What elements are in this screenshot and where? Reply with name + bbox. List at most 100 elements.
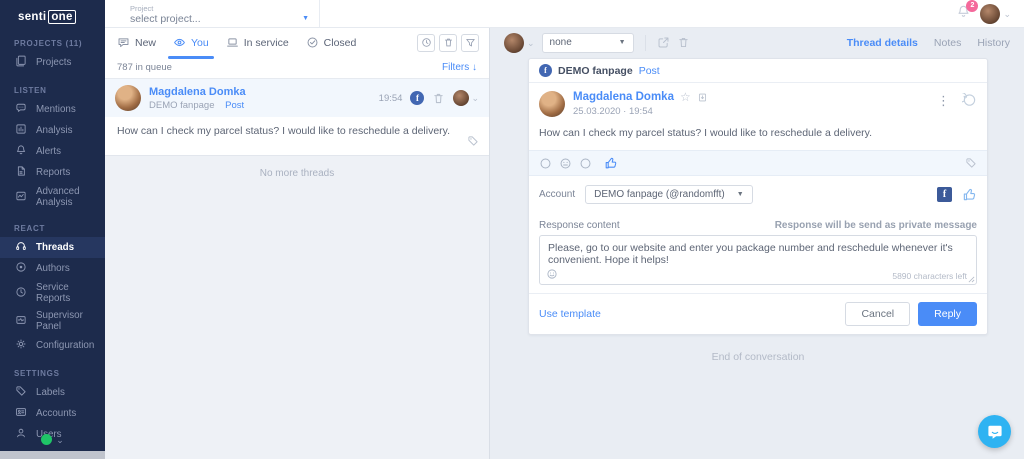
section-title-settings: SETTINGS — [14, 369, 60, 378]
sidebar-item-reports[interactable]: Reports — [0, 162, 105, 183]
sidebar-item-label: Supervisor Panel — [36, 310, 83, 332]
thread-message: How can I check my parcel status? I woul… — [117, 125, 451, 137]
arrow-down-icon: ↓ — [472, 62, 477, 73]
app-window: senti one PROJECTS (11) Projects LISTEN … — [0, 0, 1024, 459]
account-row: Account DEMO fanpage (@randomfft) ▼ f — [529, 176, 987, 213]
tab-label: New — [135, 36, 157, 49]
assignee-avatar-menu[interactable]: ⌄ — [504, 32, 535, 53]
check-circle-icon — [307, 37, 318, 48]
tab-notes[interactable]: Notes — [934, 37, 961, 49]
reports-icon — [15, 165, 27, 180]
facebook-icon: f — [539, 64, 552, 77]
response-head: Response content Response will be send a… — [529, 213, 987, 235]
delete-button[interactable] — [439, 33, 457, 52]
tab-new[interactable]: New — [117, 28, 156, 57]
notifications-button[interactable]: 2 — [956, 0, 979, 24]
tab-history[interactable]: History — [977, 37, 1010, 49]
sidebar-item-analysis[interactable]: Analysis — [0, 120, 105, 141]
archive-button[interactable] — [697, 92, 708, 103]
assignee-select[interactable]: none ▼ — [541, 32, 634, 53]
thread-body: How can I check my parcel status? I woul… — [105, 117, 489, 155]
more-options-button[interactable]: ⋮ — [937, 94, 950, 107]
delete-thread-button[interactable] — [432, 92, 445, 105]
project-select-label: Project — [130, 3, 154, 13]
response-textarea[interactable]: Please, go to our website and enter you … — [540, 236, 976, 270]
sentiment-positive-button[interactable] — [579, 157, 592, 170]
thread-list-item[interactable]: Magdalena Domka DEMO fanpage Post 19:54 … — [105, 79, 489, 156]
use-template-link[interactable]: Use template — [539, 308, 601, 320]
resize-handle[interactable] — [968, 276, 975, 283]
user-menu[interactable]: ⌄ — [980, 3, 1011, 24]
open-external-button[interactable] — [657, 36, 670, 49]
post-type-link[interactable]: Post — [639, 65, 660, 77]
assign-agent-menu[interactable]: ⌄ — [453, 90, 479, 106]
circle-icon — [580, 158, 591, 168]
add-label-button[interactable] — [467, 135, 479, 150]
horizontal-scrollbar[interactable] — [0, 451, 105, 459]
sidebar-item-threads[interactable]: Threads — [0, 237, 105, 258]
reply-button[interactable]: Reply — [918, 302, 977, 326]
chat-widget-button[interactable] — [978, 415, 1011, 448]
facebook-channel-button[interactable]: f — [937, 187, 952, 202]
tab-in-service[interactable]: In service — [226, 28, 289, 57]
filters-link[interactable]: Filters ↓ — [442, 62, 477, 73]
chevron-down-icon: ⌄ — [527, 37, 535, 48]
id-card-icon — [15, 406, 27, 421]
comment-button[interactable] — [962, 93, 977, 108]
assignee-select-value: none — [549, 37, 572, 48]
snooze-button[interactable] — [417, 33, 435, 52]
star-icon[interactable]: ☆ — [680, 91, 691, 103]
sidebar-item-authors[interactable]: Authors — [0, 258, 105, 279]
like-button[interactable] — [604, 156, 618, 170]
sidebar-item-alerts[interactable]: Alerts — [0, 141, 105, 162]
presence-status-toggle[interactable]: ⌄ — [0, 434, 105, 445]
sidebar-item-service-reports[interactable]: Service Reports — [0, 279, 105, 307]
sidebar-item-labels[interactable]: Labels — [0, 382, 105, 403]
topbar-right: 2 ⌄ — [956, 0, 1024, 24]
sidebar-item-label: Reports — [36, 167, 71, 178]
sidebar-item-accounts[interactable]: Accounts — [0, 403, 105, 424]
project-select[interactable]: Project select project... ▼ — [105, 0, 320, 27]
sentiment-neutral-button[interactable] — [559, 157, 572, 170]
delete-conversation-button[interactable] — [677, 36, 690, 49]
end-of-conversation-label: End of conversation — [711, 351, 805, 363]
notification-badge: 2 — [966, 0, 979, 12]
logo-text: senti — [18, 11, 47, 23]
account-select[interactable]: DEMO fanpage (@randomfft) ▼ — [585, 185, 753, 204]
no-more-threads-label: No more threads — [259, 168, 335, 179]
tag-icon — [15, 385, 27, 400]
sidebar-item-label: Threads — [36, 242, 75, 253]
headset-icon — [15, 240, 27, 255]
sidebar-item-mentions[interactable]: Mentions — [0, 99, 105, 120]
sidebar-item-label: Configuration — [36, 340, 95, 351]
like-channel-button[interactable] — [962, 187, 977, 202]
add-label-button[interactable] — [965, 157, 977, 169]
tab-label: In service — [243, 36, 289, 49]
chat-icon — [118, 38, 129, 48]
sentione-logo[interactable]: senti one — [0, 0, 105, 26]
sidebar-item-projects[interactable]: Projects — [0, 52, 105, 73]
cancel-button[interactable]: Cancel — [845, 302, 911, 326]
thread-author[interactable]: Magdalena Domka — [149, 86, 246, 98]
tab-thread-details[interactable]: Thread details — [847, 37, 918, 49]
sidebar-item-advanced-analysis[interactable]: Advanced Analysis — [0, 183, 105, 211]
projects-icon — [15, 55, 27, 70]
project-select-value: select project... — [130, 12, 201, 25]
external-link-icon — [658, 37, 669, 48]
sidebar-item-supervisor-panel[interactable]: Supervisor Panel — [0, 307, 105, 335]
tab-you[interactable]: You — [168, 28, 214, 59]
thumbs-up-icon — [963, 189, 976, 201]
filter-button[interactable] — [461, 33, 479, 52]
post-author[interactable]: Magdalena Domka — [573, 91, 674, 103]
save-icon — [698, 93, 706, 101]
sentiment-negative-button[interactable] — [539, 157, 552, 170]
card-source-row: f DEMO fanpage Post — [529, 59, 987, 83]
thread-post-type[interactable]: Post — [225, 100, 244, 111]
post-message: How can I check my parcel status? I woul… — [539, 127, 873, 139]
author-avatar — [115, 85, 141, 111]
emoji-picker-button[interactable] — [546, 268, 558, 280]
trash-icon — [678, 37, 688, 48]
tab-closed[interactable]: Closed — [306, 28, 356, 57]
sidebar-item-configuration[interactable]: Configuration — [0, 335, 105, 356]
analysis-icon — [15, 123, 27, 138]
